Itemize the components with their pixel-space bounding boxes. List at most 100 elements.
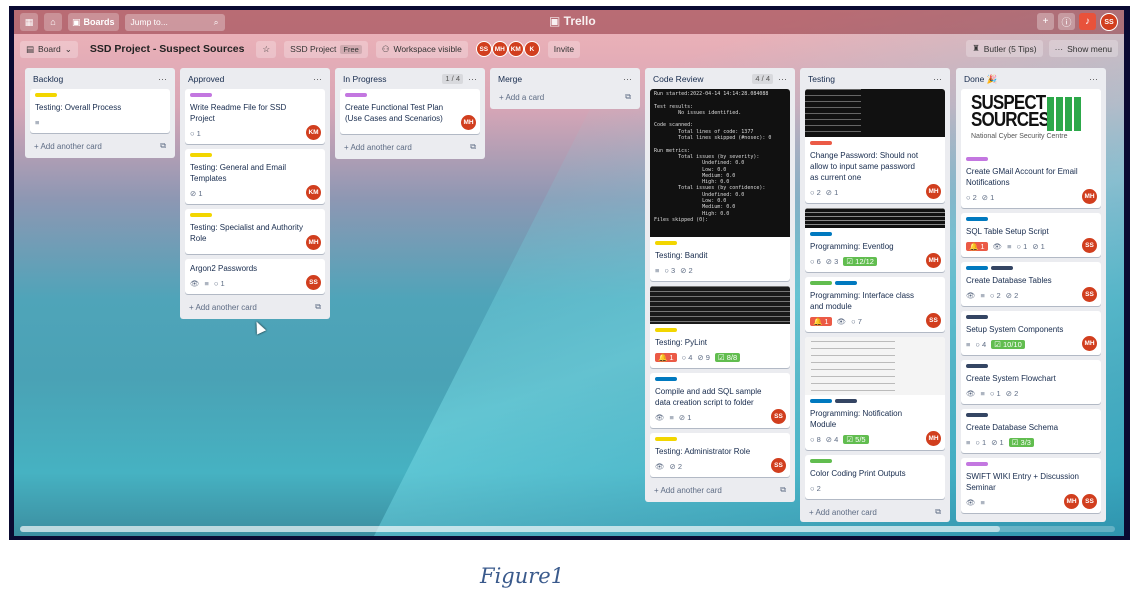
list-menu-icon[interactable]: ··· bbox=[1089, 74, 1098, 84]
card[interactable]: Testing: PyLint 🔔 1 ○ 4 ⊘ 9 ☑ 8/8 bbox=[650, 286, 790, 368]
member-avatar[interactable]: MH bbox=[491, 41, 508, 57]
horizontal-scrollbar[interactable] bbox=[20, 526, 1115, 532]
card-template-icon[interactable]: ⧉ bbox=[1091, 521, 1097, 522]
add-card-button[interactable]: + Add another card ⧉ bbox=[961, 518, 1101, 522]
card[interactable]: Argon2 Passwords 👁 ≡ ○ 1 SS bbox=[185, 259, 325, 294]
card[interactable]: Create Functional Test Plan (Use Cases a… bbox=[340, 89, 480, 134]
card-member-avatar[interactable]: KM bbox=[306, 185, 321, 200]
card-label[interactable] bbox=[966, 413, 988, 417]
card-label[interactable] bbox=[810, 459, 832, 463]
jump-to-search[interactable]: Jump to... ⌕ bbox=[124, 13, 225, 31]
notification-bell-icon[interactable]: ♪ bbox=[1079, 13, 1096, 30]
list-menu-icon[interactable]: ··· bbox=[313, 74, 322, 84]
list-title[interactable]: Approved bbox=[188, 74, 224, 84]
card-member-avatar[interactable]: MH bbox=[926, 253, 941, 268]
card-label[interactable] bbox=[810, 141, 832, 145]
card[interactable]: Testing: General and Email Templates ⊘ 1 K… bbox=[185, 149, 325, 204]
card-member-avatar[interactable]: MH bbox=[926, 184, 941, 199]
home-icon[interactable]: ⌂ bbox=[44, 13, 62, 31]
trello-logo[interactable]: ▣ Trello bbox=[549, 14, 596, 28]
add-card-button[interactable]: + Add another card ⧉ bbox=[340, 139, 480, 155]
create-plus-icon[interactable]: + bbox=[1037, 13, 1054, 30]
card-member-avatar[interactable]: SS bbox=[1082, 494, 1097, 509]
card-template-icon[interactable]: ⧉ bbox=[315, 302, 321, 312]
card-member-avatar[interactable]: KM bbox=[306, 125, 321, 140]
card-member-avatar[interactable]: SS bbox=[1082, 238, 1097, 253]
list-menu-icon[interactable]: ··· bbox=[623, 74, 632, 84]
card[interactable]: Testing: Specialist and Authority Role MH bbox=[185, 209, 325, 254]
card[interactable]: Programming: Eventlog ○ 6 ⊘ 3 ☑ 12/12 MH bbox=[805, 208, 945, 272]
visibility-button[interactable]: ⚇ Workspace visible bbox=[375, 40, 468, 58]
card-member-avatar[interactable]: MH bbox=[1064, 494, 1079, 509]
card[interactable]: Compile and add SQL sample data creation… bbox=[650, 373, 790, 428]
card-member-avatar[interactable]: MH bbox=[926, 431, 941, 446]
member-avatar[interactable]: KM bbox=[507, 41, 524, 57]
workspace-button[interactable]: SSD Project Free bbox=[284, 40, 368, 58]
card[interactable]: Setup System Components ≡ ○ 4 ☑ 10/10 MH bbox=[961, 311, 1101, 355]
list-menu-icon[interactable]: ··· bbox=[158, 74, 167, 84]
list-menu-icon[interactable]: ··· bbox=[933, 74, 942, 84]
card[interactable]: SWIFT WIKI Entry + Discussion Seminar 👁 ≡ M… bbox=[961, 458, 1101, 513]
add-card-button[interactable]: + Add another card ⧉ bbox=[805, 504, 945, 520]
card-member-avatar[interactable]: MH bbox=[461, 115, 476, 130]
card[interactable]: SUSPECT SOURCES National Cyber Security Ce… bbox=[961, 89, 1101, 208]
board-title[interactable]: SSD Project - Suspect Sources bbox=[86, 43, 249, 55]
list-title[interactable]: Testing bbox=[808, 74, 835, 84]
card-label[interactable] bbox=[345, 93, 367, 97]
card-label[interactable] bbox=[655, 437, 677, 441]
card-member-avatar[interactable]: SS bbox=[771, 409, 786, 424]
card-member-avatar[interactable]: MH bbox=[1082, 189, 1097, 204]
butler-button[interactable]: ♜ Butler (5 Tips) bbox=[966, 40, 1043, 57]
card-label[interactable] bbox=[966, 266, 988, 270]
member-avatar[interactable]: SS bbox=[475, 41, 492, 57]
card-member-avatar[interactable]: SS bbox=[926, 313, 941, 328]
list-menu-icon[interactable]: ··· bbox=[468, 74, 477, 84]
card-template-icon[interactable]: ⧉ bbox=[780, 485, 786, 495]
card[interactable]: Create Database Schema ≡ ○ 1 ⊘ 1 ☑ 3/3 bbox=[961, 409, 1101, 453]
boards-button[interactable]: ▣ Boards bbox=[68, 13, 119, 31]
card-label[interactable] bbox=[966, 157, 988, 161]
card[interactable]: Testing: Administrator Role 👁 ⊘ 2 SS bbox=[650, 433, 790, 477]
card-label[interactable] bbox=[190, 93, 212, 97]
card-template-icon[interactable]: ⧉ bbox=[160, 141, 166, 151]
card-label[interactable] bbox=[966, 315, 988, 319]
card-label[interactable] bbox=[966, 217, 988, 221]
card-member-avatar[interactable]: SS bbox=[306, 275, 321, 290]
card-label[interactable] bbox=[655, 377, 677, 381]
star-icon[interactable]: ☆ bbox=[256, 40, 277, 58]
show-menu-button[interactable]: ··· Show menu bbox=[1048, 40, 1118, 57]
card[interactable]: Change Password: Should not allow to inp… bbox=[805, 89, 945, 203]
info-icon[interactable]: ⓘ bbox=[1058, 13, 1075, 30]
list-menu-icon[interactable]: ··· bbox=[778, 74, 787, 84]
list-title[interactable]: Merge bbox=[498, 74, 522, 84]
add-card-button[interactable]: + Add another card ⧉ bbox=[185, 299, 325, 315]
add-card-button[interactable]: + Add a card ⧉ bbox=[495, 89, 635, 105]
card-label[interactable] bbox=[810, 281, 832, 285]
card-member-avatar[interactable]: SS bbox=[771, 458, 786, 473]
apps-grid-icon[interactable]: ▦ bbox=[20, 13, 38, 31]
card-template-icon[interactable]: ⧉ bbox=[625, 92, 631, 102]
add-card-button[interactable]: + Add another card ⧉ bbox=[650, 482, 790, 498]
card[interactable]: Run started:2022-04-14 14:14:28.084088 T… bbox=[650, 89, 790, 281]
invite-button[interactable]: Invite bbox=[547, 40, 581, 58]
list-title[interactable]: Backlog bbox=[33, 74, 63, 84]
card[interactable]: Programming: Interface class and module 🔔… bbox=[805, 277, 945, 332]
card-label[interactable] bbox=[655, 241, 677, 245]
card-member-avatar[interactable]: MH bbox=[306, 235, 321, 250]
card-member-avatar[interactable]: SS bbox=[1082, 287, 1097, 302]
list-title[interactable]: In Progress bbox=[343, 74, 386, 84]
card-label[interactable] bbox=[35, 93, 57, 97]
card-member-avatar[interactable]: MH bbox=[1082, 336, 1097, 351]
card-template-icon[interactable]: ⧉ bbox=[935, 507, 941, 517]
card-label[interactable] bbox=[835, 399, 857, 403]
card-label[interactable] bbox=[655, 328, 677, 332]
card-label[interactable] bbox=[810, 399, 832, 403]
card-label[interactable] bbox=[966, 364, 988, 368]
card-label[interactable] bbox=[190, 213, 212, 217]
list-title[interactable]: Code Review bbox=[653, 74, 704, 84]
card-label[interactable] bbox=[966, 462, 988, 466]
scrollbar-thumb[interactable] bbox=[20, 526, 1000, 532]
card-template-icon[interactable]: ⧉ bbox=[470, 142, 476, 152]
card[interactable]: Color Coding Print Outputs ○ 2 bbox=[805, 455, 945, 499]
card[interactable]: Testing: Overall Process ≡ bbox=[30, 89, 170, 133]
